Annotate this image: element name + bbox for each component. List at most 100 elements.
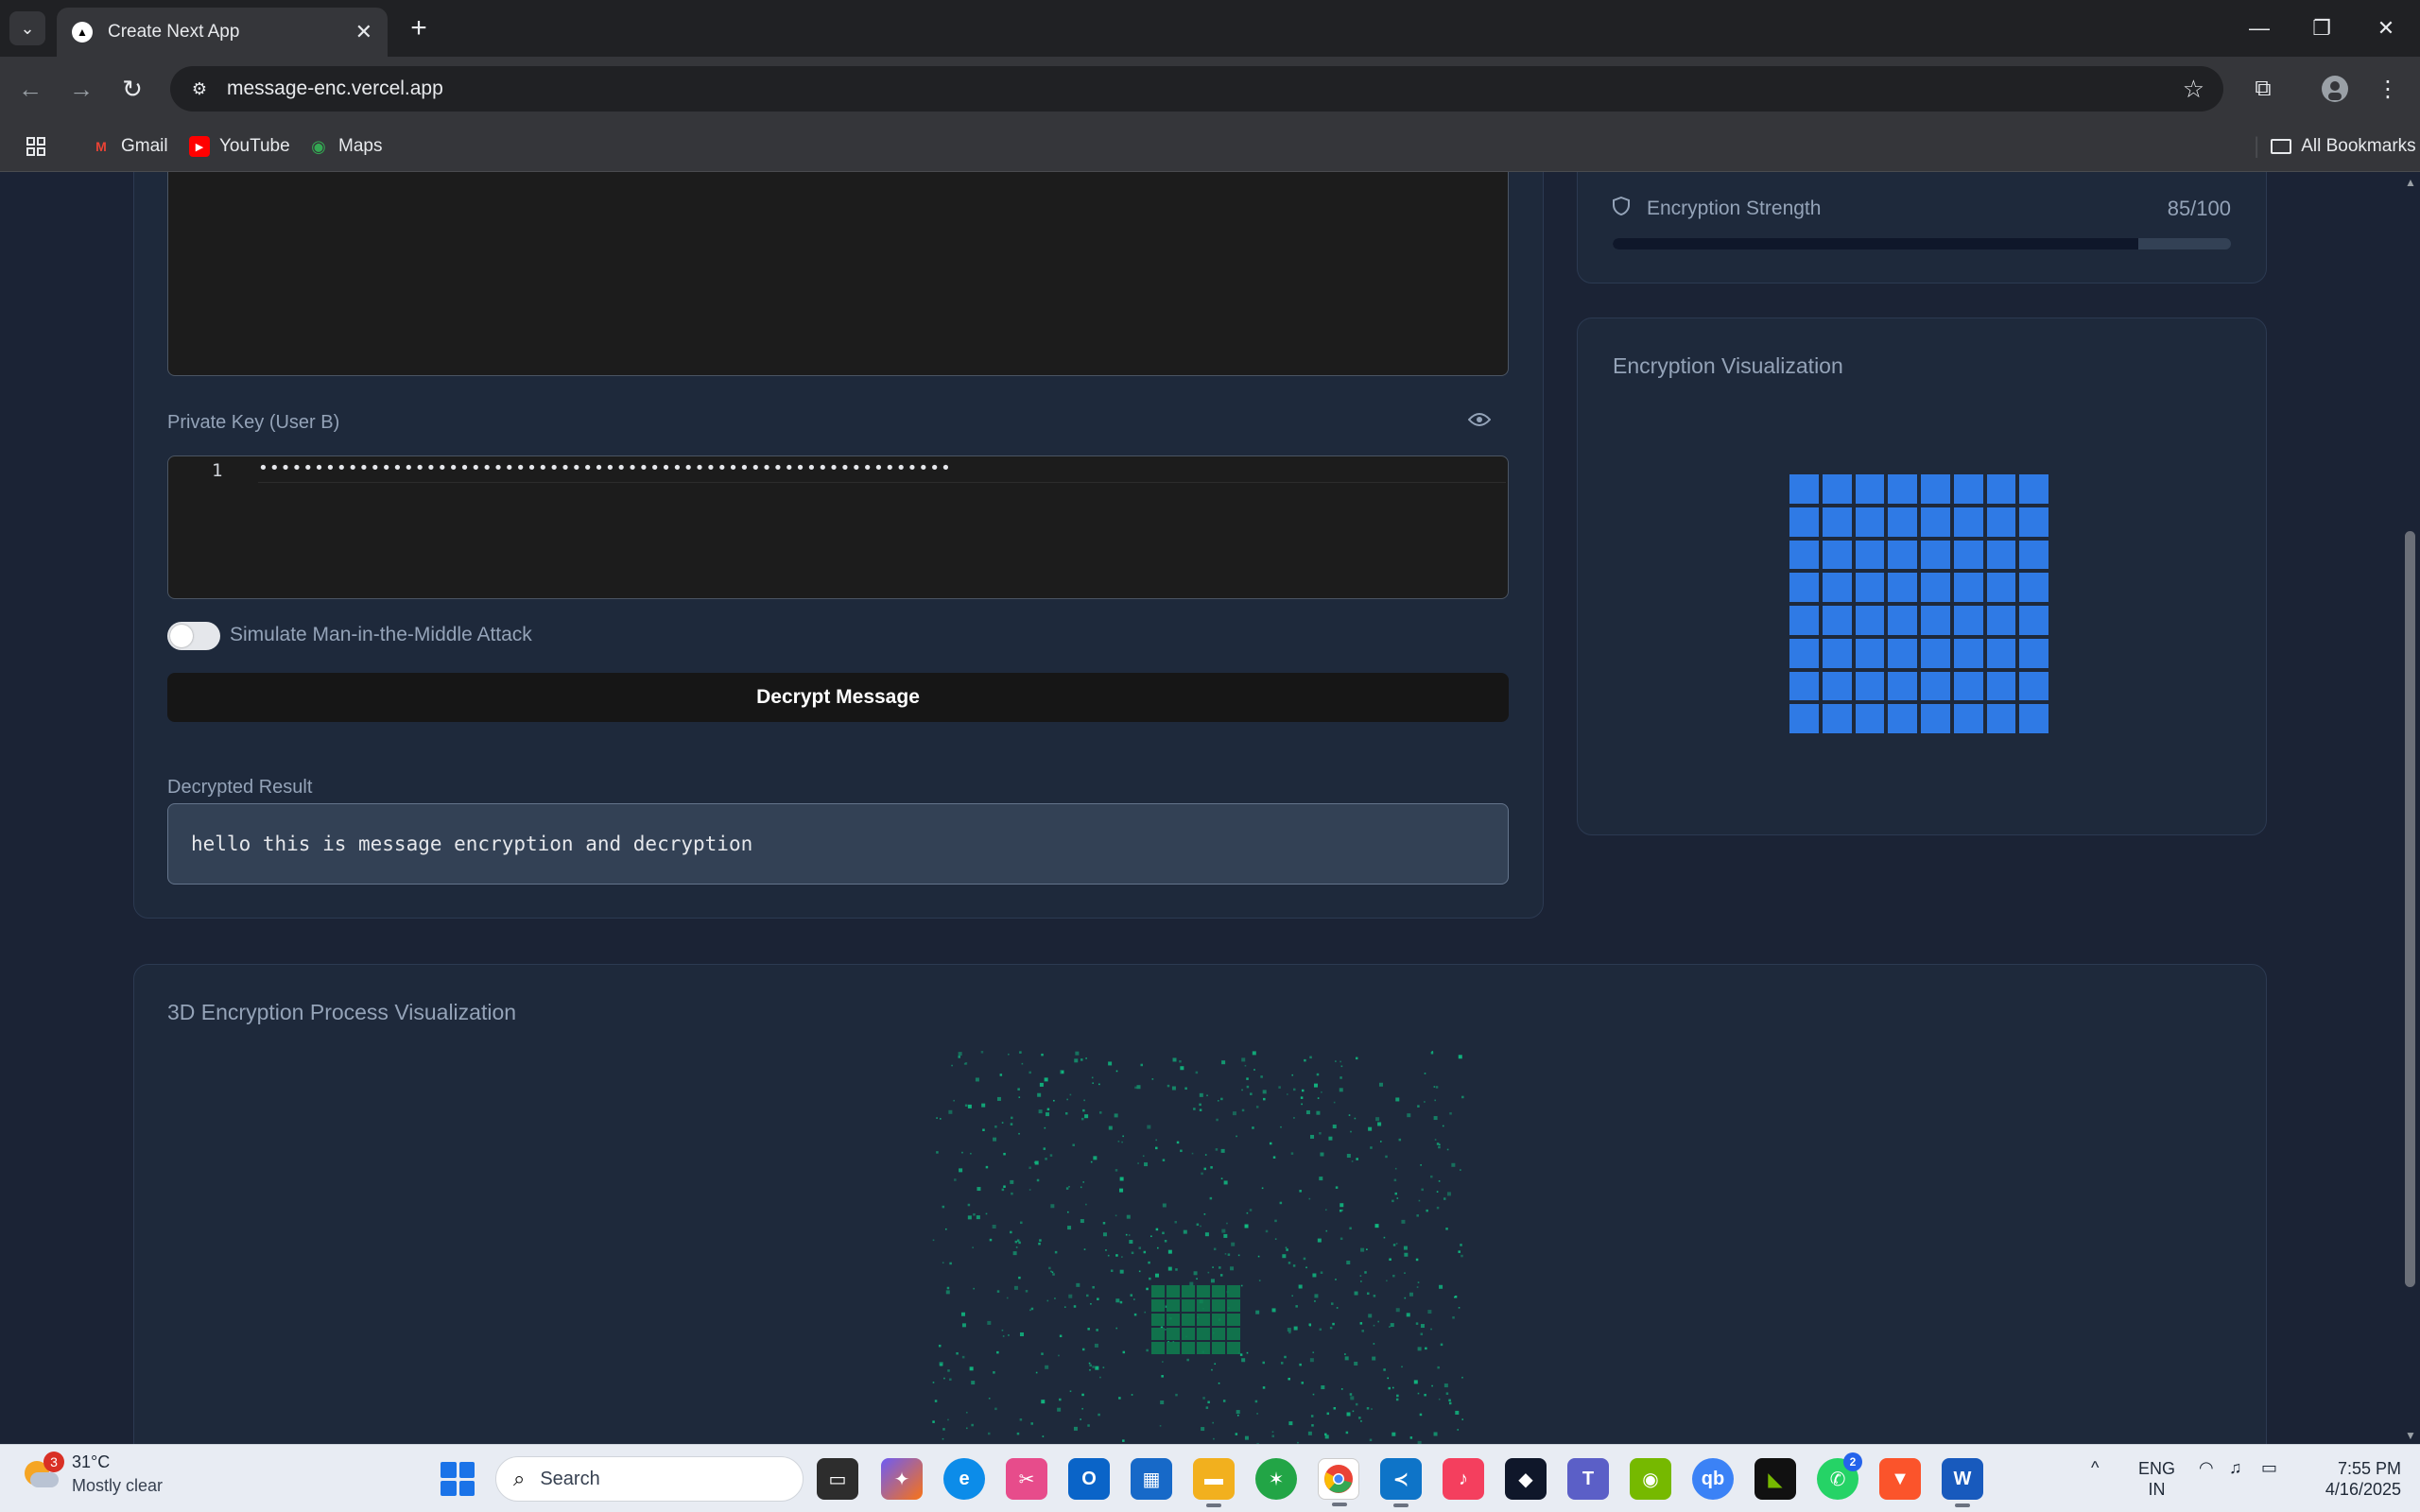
encrypted-message-input[interactable]: [167, 172, 1509, 376]
particle: [1044, 1126, 1046, 1129]
brave-icon[interactable]: ▼: [1879, 1458, 1921, 1500]
process-3d-canvas[interactable]: [931, 1051, 1466, 1444]
page-scrollbar[interactable]: ▲ ▼: [2401, 172, 2420, 1444]
particle: [1299, 1363, 1302, 1366]
particle: [1392, 1199, 1394, 1203]
snipping-tool-icon[interactable]: ✂: [1006, 1458, 1047, 1500]
particle: [1404, 1272, 1406, 1274]
particle: [981, 1103, 986, 1108]
bookmark-gmail[interactable]: M Gmail: [91, 132, 167, 161]
particle: [1220, 1148, 1225, 1153]
particle: [1018, 1096, 1021, 1098]
vscode-icon[interactable]: ≺: [1380, 1458, 1422, 1507]
whatsapp-icon[interactable]: ✆ 2: [1817, 1452, 1862, 1500]
particle: [1336, 1307, 1339, 1309]
private-key-value[interactable]: ••••••••••••••••••••••••••••••••••••••••…: [258, 458, 1506, 483]
particle: [1150, 1235, 1152, 1238]
grid-cell: [1789, 671, 1819, 701]
browser-tab-bar: ⌄ ▲ Create Next App ✕ + — ❐ ✕: [0, 0, 2420, 57]
nvidia-icon[interactable]: ◉: [1630, 1458, 1671, 1500]
eye-icon[interactable]: [1467, 408, 1492, 433]
show-hidden-icons[interactable]: ^: [2091, 1458, 2099, 1478]
particle: [1073, 1426, 1078, 1431]
outlook-icon[interactable]: O: [1068, 1458, 1110, 1500]
start-button[interactable]: [441, 1462, 475, 1496]
particle: [1241, 1089, 1243, 1091]
apps-grid-icon[interactable]: [25, 132, 47, 161]
file-explorer-icon[interactable]: ▬: [1193, 1458, 1235, 1507]
browser-tab[interactable]: ▲ Create Next App ✕: [57, 8, 388, 57]
all-bookmarks[interactable]: | All Bookmarks: [2254, 132, 2416, 161]
site-info-icon[interactable]: ⚙: [187, 77, 212, 101]
particle: [1137, 1162, 1139, 1164]
particle: [1205, 1406, 1209, 1409]
copilot-icon[interactable]: ✦: [881, 1458, 923, 1500]
particle: [1421, 1188, 1424, 1192]
particle: [1175, 1393, 1178, 1397]
word-icon[interactable]: W: [1942, 1458, 1983, 1507]
battery-icon[interactable]: ▭: [2261, 1458, 2277, 1478]
particle: [1119, 1300, 1123, 1304]
wifi-icon[interactable]: ◠: [2199, 1458, 2214, 1478]
particle: [1012, 1251, 1017, 1256]
particle: [1193, 1108, 1196, 1110]
url-text[interactable]: message-enc.vercel.app: [227, 77, 2183, 100]
particle: [1155, 1228, 1159, 1231]
mitm-toggle[interactable]: [167, 622, 220, 650]
microsoft-store-icon[interactable]: ▦: [1131, 1458, 1172, 1500]
grid-cell: [1822, 474, 1852, 504]
system-clock[interactable]: 7:55 PM 4/16/2025: [2307, 1458, 2401, 1500]
particle: [1274, 1219, 1277, 1223]
task-view-icon[interactable]: ▭: [817, 1458, 858, 1500]
nvidia-control-icon[interactable]: ◣: [1754, 1458, 1796, 1500]
reload-button[interactable]: ↻: [113, 70, 151, 108]
decrypted-result-output[interactable]: hello this is message encryption and dec…: [167, 803, 1509, 885]
particle: [1319, 1328, 1322, 1332]
extensions-icon[interactable]: ⧉: [2244, 70, 2282, 108]
particle: [1369, 1438, 1373, 1442]
predator-sense-icon[interactable]: ◆: [1505, 1458, 1547, 1500]
teams-icon[interactable]: T: [1567, 1458, 1609, 1500]
cube-cell: [1151, 1314, 1165, 1326]
close-tab-icon[interactable]: ✕: [355, 20, 372, 44]
edge-icon[interactable]: e: [943, 1458, 985, 1500]
bookmark-maps[interactable]: ◉ Maps: [308, 132, 382, 161]
cube-cell: [1227, 1285, 1240, 1297]
new-tab-button[interactable]: +: [402, 11, 436, 45]
scroll-down-icon[interactable]: ▼: [2405, 1429, 2416, 1442]
decrypt-button[interactable]: Decrypt Message: [167, 673, 1509, 722]
grid-cell: [1855, 474, 1885, 504]
toggle-knob: [170, 625, 193, 647]
address-bar[interactable]: ⚙ message-enc.vercel.app ☆: [170, 66, 2223, 112]
volume-icon[interactable]: ♫: [2229, 1458, 2242, 1478]
particle: [1370, 1146, 1373, 1149]
apple-music-icon[interactable]: ♪: [1443, 1458, 1484, 1500]
bookmark-youtube[interactable]: ▶ YouTube: [189, 132, 290, 161]
browser-menu-icon[interactable]: ⋮: [2369, 70, 2407, 108]
private-key-editor[interactable]: 1 ••••••••••••••••••••••••••••••••••••••…: [167, 455, 1509, 599]
scroll-up-icon[interactable]: ▲: [2405, 176, 2416, 189]
particle: [1244, 1435, 1249, 1440]
taskbar-search[interactable]: ⌕ Search: [495, 1456, 804, 1502]
forward-button[interactable]: →: [62, 70, 100, 108]
profile-avatar[interactable]: [2316, 70, 2354, 108]
particle: [982, 1128, 985, 1132]
particle: [1293, 1117, 1295, 1119]
qbittorrent-icon[interactable]: qb: [1692, 1458, 1734, 1500]
grid-cell: [1855, 638, 1885, 668]
chrome-icon[interactable]: [1318, 1458, 1359, 1506]
particle: [1280, 1125, 1282, 1128]
scroll-thumb[interactable]: [2405, 531, 2415, 1287]
weather-widget[interactable]: 3 31°C Mostly clear: [21, 1452, 163, 1496]
app-green-icon[interactable]: ✶: [1255, 1458, 1297, 1500]
grid-cell: [1921, 474, 1950, 504]
minimize-button[interactable]: —: [2231, 9, 2288, 47]
close-window-button[interactable]: ✕: [2358, 9, 2414, 47]
back-button[interactable]: ←: [11, 70, 49, 108]
tab-search-button[interactable]: ⌄: [9, 11, 45, 45]
grid-cell: [1888, 573, 1917, 602]
restore-button[interactable]: ❐: [2293, 9, 2350, 47]
bookmark-star-icon[interactable]: ☆: [2183, 75, 2204, 104]
language-indicator[interactable]: ENG IN: [2138, 1458, 2175, 1500]
particle: [1312, 1351, 1315, 1354]
